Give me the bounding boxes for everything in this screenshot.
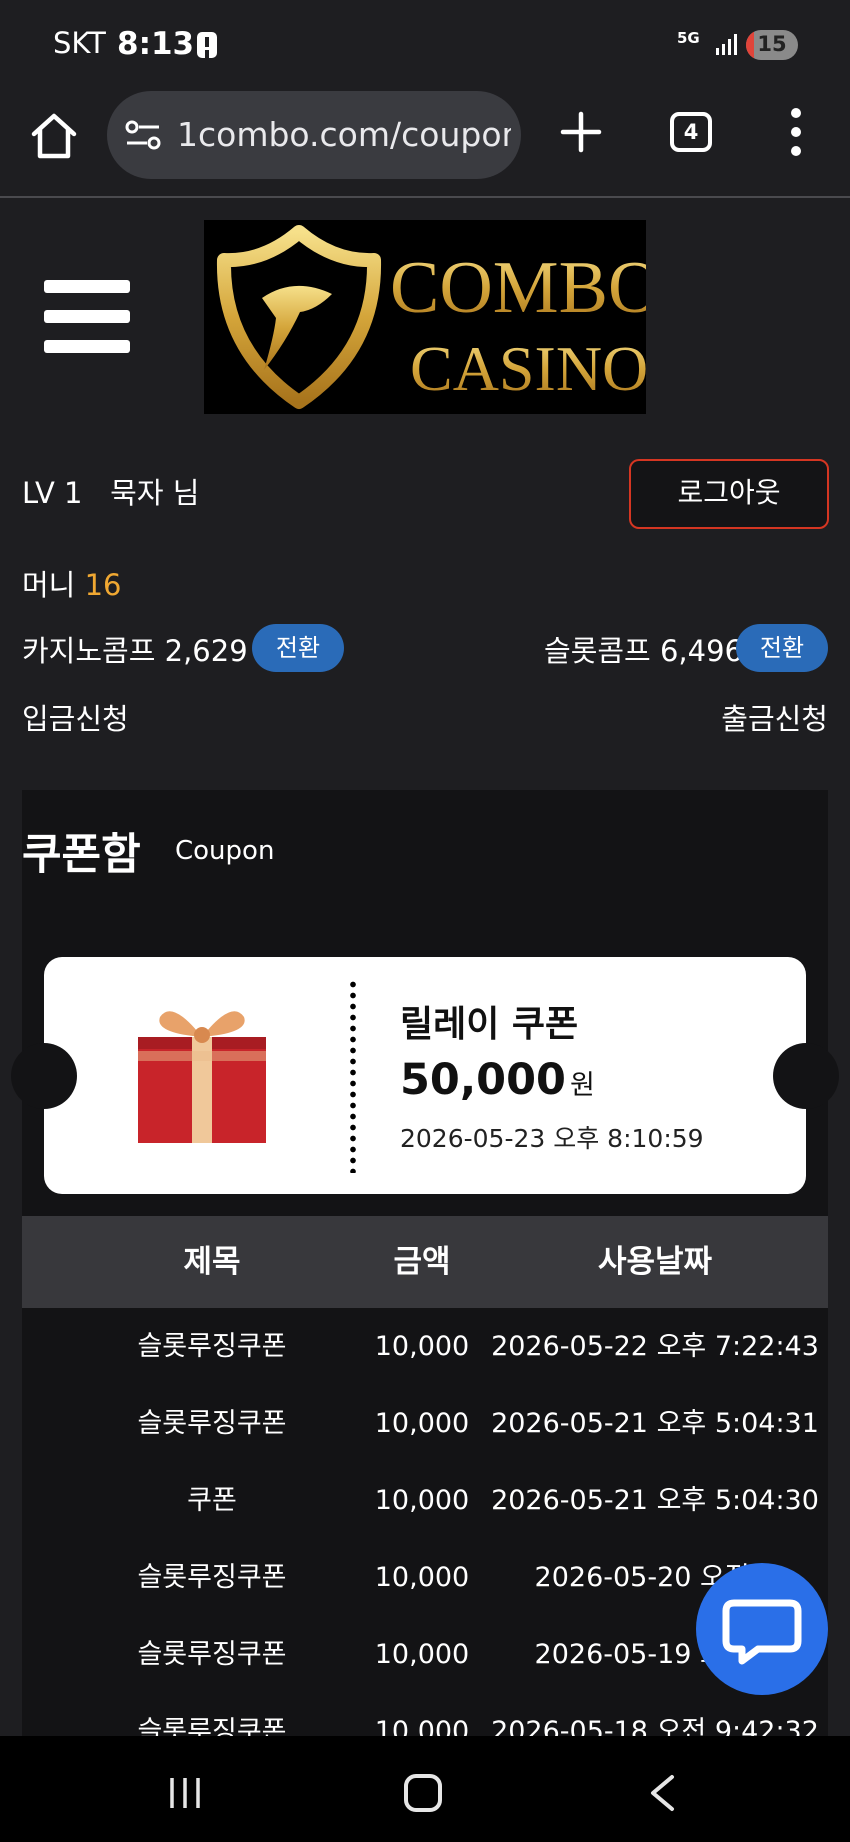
casino-comp-convert-button[interactable]: 전환 [252,624,344,672]
alert-icon [197,32,217,58]
withdraw-request-link[interactable]: 출금신청 [721,696,828,738]
coupon-title: 쿠폰함 [22,830,141,880]
ticket-name: 릴레이 쿠폰 [400,1004,579,1045]
ticket-date: 2026-05-23 오후 8:10:59 [400,1124,704,1153]
row-amount: 10,000 [374,1331,470,1362]
deposit-request-link[interactable]: 입금신청 [22,696,129,738]
casino-comp-value: 2,629 [164,634,248,668]
network-type: 5G [677,29,700,47]
ticket-amount-unit: 원 [569,1070,595,1101]
table-header: 제목 금액 사용날짜 [22,1216,828,1308]
home-icon[interactable] [28,110,80,162]
row-title: 쿠폰 [187,1485,237,1516]
header-title: 제목 [183,1244,241,1280]
carrier-label: SKT [53,26,106,60]
row-date: 2026-05-21 오후 5:04:30 [491,1485,819,1516]
svg-text:CASINO: CASINO [410,333,646,404]
status-bar: SKT 8:13 5G 15 [0,0,850,88]
ticket-notch-left [11,1043,77,1109]
money-value: 16 [84,568,122,602]
row-title: 슬롯루징쿠폰 [137,1639,287,1670]
browser-toolbar: 1combo.com/coupon 4 [0,88,850,198]
table-row: 슬롯루징쿠폰 10,000 2026-05-22 오후 7:22:43 [22,1308,828,1385]
gift-icon [138,1011,266,1143]
system-nav-bar [0,1736,850,1842]
tune-icon[interactable] [125,119,161,151]
row-title: 슬롯루징쿠폰 [137,1562,287,1593]
chat-bubble-icon [722,1599,802,1665]
site-header: COMBO CASINO [0,212,850,432]
row-amount: 10,000 [374,1639,470,1670]
slot-comp: 슬롯콤프 6,496 [544,628,743,670]
recents-icon[interactable] [168,1776,202,1810]
battery-icon: 15 [746,30,798,60]
username: 묵자 님 [110,476,200,510]
casino-comp: 카지노콤프 2,629 [22,628,248,670]
slot-comp-label: 슬롯콤프 [544,634,651,668]
row-title: 슬롯루징쿠폰 [137,1331,287,1362]
ticket-notch-right [773,1043,839,1109]
header-amount: 금액 [393,1244,451,1280]
table-row: 쿠폰 10,000 2026-05-21 오후 5:04:30 [22,1462,828,1539]
hamburger-icon[interactable] [44,280,130,354]
row-amount: 10,000 [374,1485,470,1516]
money-balance: 머니 16 [22,562,122,604]
svg-text:COMBO: COMBO [390,247,646,329]
battery-level: 15 [757,32,787,56]
coupon-ticket[interactable]: 릴레이 쿠폰 50,000 원 2026-05-23 오후 8:10:59 [11,957,839,1194]
user-level: LV 1 [22,476,83,510]
address-bar[interactable]: 1combo.com/coupon [107,91,521,179]
coupon-subtitle: Coupon [175,836,275,866]
url-text[interactable]: 1combo.com/coupon [177,115,511,154]
row-amount: 10,000 [374,1408,470,1439]
row-date: 2026-05-21 오후 5:04:31 [491,1408,819,1439]
ticket-amount-value: 50,000 [400,1055,566,1105]
account-summary: LV 1 묵자 님 로그아웃 머니 16 카지노콤프 2,629 전환 슬롯콤프… [0,450,850,780]
screen: SKT 8:13 5G 15 1combo.com/coupon 4 COMBO… [0,0,850,1842]
header-date: 사용날짜 [597,1244,713,1280]
back-icon[interactable] [648,1774,676,1812]
row-amount: 10,000 [374,1562,470,1593]
clock: 8:13 [117,26,195,62]
plus-icon[interactable] [560,111,602,153]
row-date: 2026-05-22 오후 7:22:43 [491,1331,819,1362]
chat-button[interactable] [696,1563,828,1695]
money-label: 머니 [22,568,76,602]
slot-comp-convert-button[interactable]: 전환 [736,624,828,672]
site-logo[interactable]: COMBO CASINO [204,220,646,414]
more-vert-icon[interactable] [788,108,804,156]
ticket-perforation [350,979,356,1173]
slot-comp-value: 6,496 [659,634,743,668]
logout-button[interactable]: 로그아웃 [629,459,829,529]
table-row: 슬롯루징쿠폰 10,000 2026-05-21 오후 5:04:31 [22,1385,828,1462]
nav-home-icon[interactable] [404,1774,442,1812]
user-info: LV 1 묵자 님 [22,470,199,512]
signal-icon [716,34,737,55]
row-title: 슬롯루징쿠폰 [137,1408,287,1439]
casino-comp-label: 카지노콤프 [22,634,156,668]
ticket-amount: 50,000 원 [400,1055,595,1105]
tab-switcher-button[interactable]: 4 [670,112,712,152]
